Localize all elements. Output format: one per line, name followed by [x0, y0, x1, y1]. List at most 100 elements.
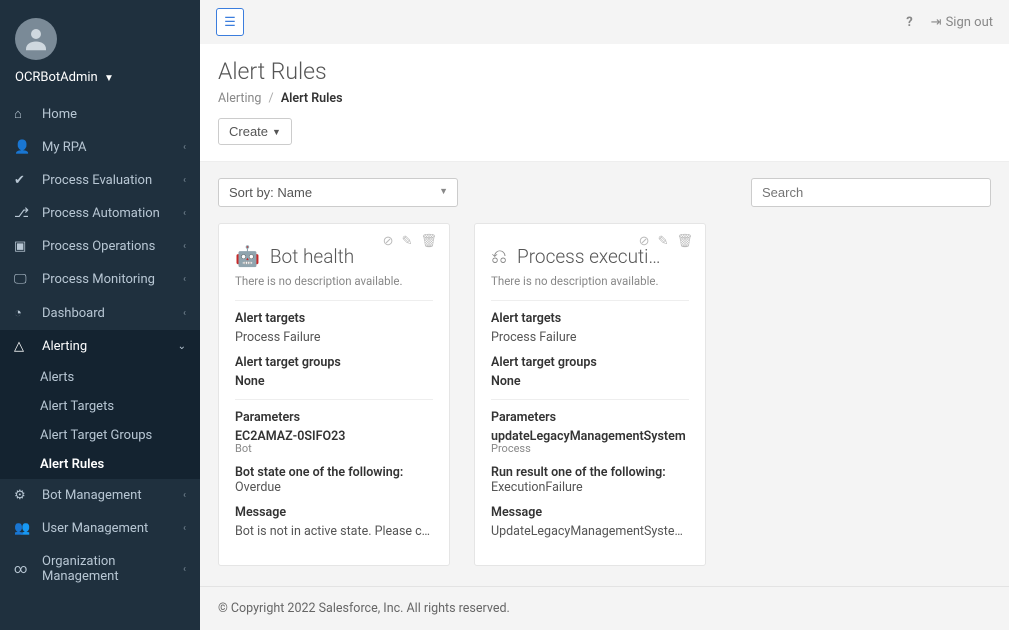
- chevron-down-icon: ⌄: [178, 341, 186, 352]
- bot-icon: 🤖: [235, 244, 260, 268]
- sidebar-item-my-rpa[interactable]: 👤My RPA‹: [0, 131, 200, 164]
- main: ☰ ? ⇥ Sign out Alert Rules Alerting / Ale…: [200, 0, 1009, 630]
- message-label: Message: [235, 505, 433, 520]
- create-label: Create: [229, 124, 268, 139]
- params-label: Parameters: [235, 410, 433, 425]
- monitor-icon: 🖵: [14, 272, 32, 287]
- list-toolbar: Sort by: Name ▼: [218, 178, 991, 207]
- disable-icon[interactable]: ⊘: [639, 234, 650, 249]
- sidebar-item-process-automation[interactable]: ⎇Process Automation‹: [0, 197, 200, 230]
- chevron-left-icon: ‹: [183, 564, 186, 575]
- chevron-left-icon: ‹: [183, 274, 186, 285]
- menu-icon: ☰: [224, 15, 236, 30]
- users-icon: 👥: [14, 521, 32, 536]
- sign-out-button[interactable]: ⇥ Sign out: [931, 15, 993, 30]
- link-icon: ∞: [14, 562, 32, 577]
- params-label: Parameters: [491, 410, 689, 425]
- groups-value: None: [491, 374, 689, 389]
- targets-value: Process Failure: [235, 330, 433, 345]
- sign-out-icon: ⇥: [931, 15, 942, 30]
- user-icon: [21, 24, 51, 54]
- check-icon: ✔: [14, 173, 32, 188]
- targets-label: Alert targets: [491, 311, 689, 326]
- search-input[interactable]: [751, 178, 991, 207]
- caret-down-icon: ▼: [272, 127, 281, 137]
- cond-value: ExecutionFailure: [491, 480, 689, 495]
- edit-icon[interactable]: ✎: [658, 234, 669, 249]
- alerting-submenu: Alerts Alert Targets Alert Target Groups…: [0, 363, 200, 479]
- sidebar-item-user-management[interactable]: 👥User Management‹: [0, 512, 200, 545]
- gear-icon: ⚙: [14, 488, 32, 503]
- sidebar: OCRBotAdmin ▼ ⌂Home 👤My RPA‹ ✔Process Ev…: [0, 0, 200, 630]
- topbar: ☰ ? ⇥ Sign out: [200, 0, 1009, 44]
- targets-value: Process Failure: [491, 330, 689, 345]
- sort-select-wrap: Sort by: Name ▼: [218, 178, 458, 207]
- chevron-left-icon: ‹: [183, 490, 186, 501]
- alert-rule-card[interactable]: ⊘ ✎ 🗑 🤖 Bot health There is no descripti…: [218, 223, 450, 566]
- chevron-left-icon: ‹: [183, 208, 186, 219]
- breadcrumb-sep: /: [269, 91, 274, 106]
- chevron-left-icon: ‹: [183, 523, 186, 534]
- chevron-left-icon: ‹: [183, 308, 186, 319]
- menu-toggle-button[interactable]: ☰: [216, 8, 244, 36]
- cond-label: Run result one of the following:: [491, 465, 689, 480]
- message-value: UpdateLegacyManagementSystem process has…: [491, 524, 689, 539]
- terminal-icon: ▣: [14, 239, 32, 254]
- alert-icon: △: [14, 339, 32, 354]
- help-button[interactable]: ?: [906, 15, 912, 30]
- breadcrumb-current: Alert Rules: [281, 91, 343, 106]
- card-list: ⊘ ✎ 🗑 🤖 Bot health There is no descripti…: [218, 223, 991, 566]
- breadcrumb-root[interactable]: Alerting: [218, 91, 261, 106]
- user-menu[interactable]: OCRBotAdmin ▼: [15, 70, 185, 85]
- sidebar-item-process-operations[interactable]: ▣Process Operations‹: [0, 230, 200, 263]
- sidebar-item-alert-target-groups[interactable]: Alert Target Groups: [0, 421, 200, 450]
- pie-icon: ◔: [14, 305, 32, 321]
- targets-label: Alert targets: [235, 311, 433, 326]
- process-icon: ⎌: [491, 244, 507, 268]
- sidebar-item-dashboard[interactable]: ◔Dashboard‹: [0, 296, 200, 330]
- sidebar-item-alert-targets[interactable]: Alert Targets: [0, 392, 200, 421]
- avatar[interactable]: [15, 18, 57, 60]
- branch-icon: ⎇: [14, 206, 32, 221]
- card-description: There is no description available.: [491, 274, 689, 288]
- page-header: Alert Rules Alerting / Alert Rules Creat…: [200, 44, 1009, 162]
- breadcrumb: Alerting / Alert Rules: [218, 91, 991, 106]
- home-icon: ⌂: [14, 106, 32, 122]
- delete-icon[interactable]: 🗑: [676, 234, 693, 249]
- groups-value: None: [235, 374, 433, 389]
- sidebar-item-org-management[interactable]: ∞Organization Management‹: [0, 545, 200, 593]
- groups-label: Alert target groups: [235, 355, 433, 370]
- message-value: Bot is not in active state. Please check…: [235, 524, 433, 539]
- user-block: OCRBotAdmin ▼: [0, 0, 200, 97]
- sidebar-item-alerts[interactable]: Alerts: [0, 363, 200, 392]
- card-actions: ⊘ ✎ 🗑: [639, 234, 693, 249]
- card-description: There is no description available.: [235, 274, 433, 288]
- sort-select[interactable]: Sort by: Name: [218, 178, 458, 207]
- sidebar-item-home[interactable]: ⌂Home: [0, 97, 200, 131]
- sidebar-item-alert-rules[interactable]: Alert Rules: [0, 450, 200, 479]
- card-actions: ⊘ ✎ 🗑: [383, 234, 437, 249]
- caret-down-icon: ▼: [104, 73, 114, 84]
- content: Sort by: Name ▼ ⊘ ✎ 🗑 🤖: [200, 162, 1009, 586]
- cond-label: Bot state one of the following:: [235, 465, 433, 480]
- person-icon: 👤: [14, 140, 32, 155]
- create-button[interactable]: Create ▼: [218, 118, 292, 145]
- cond-value: Overdue: [235, 480, 433, 495]
- sidebar-item-process-evaluation[interactable]: ✔Process Evaluation‹: [0, 164, 200, 197]
- groups-label: Alert target groups: [491, 355, 689, 370]
- chevron-left-icon: ‹: [183, 142, 186, 153]
- sidebar-item-bot-management[interactable]: ⚙Bot Management‹: [0, 479, 200, 512]
- edit-icon[interactable]: ✎: [402, 234, 413, 249]
- footer: © Copyright 2022 Salesforce, Inc. All ri…: [200, 586, 1009, 630]
- search-wrap: [751, 178, 991, 207]
- alert-rule-card[interactable]: ⊘ ✎ 🗑 ⎌ Process executi… There is no des…: [474, 223, 706, 566]
- chevron-left-icon: ‹: [183, 175, 186, 186]
- user-name: OCRBotAdmin: [15, 70, 98, 85]
- sidebar-item-alerting[interactable]: △Alerting⌄: [0, 330, 200, 363]
- card-title: Bot health: [270, 245, 354, 268]
- sidebar-item-process-monitoring[interactable]: 🖵Process Monitoring‹: [0, 263, 200, 296]
- help-icon: ?: [906, 15, 912, 30]
- sign-out-label: Sign out: [946, 15, 993, 30]
- delete-icon[interactable]: 🗑: [420, 234, 437, 249]
- disable-icon[interactable]: ⊘: [383, 234, 394, 249]
